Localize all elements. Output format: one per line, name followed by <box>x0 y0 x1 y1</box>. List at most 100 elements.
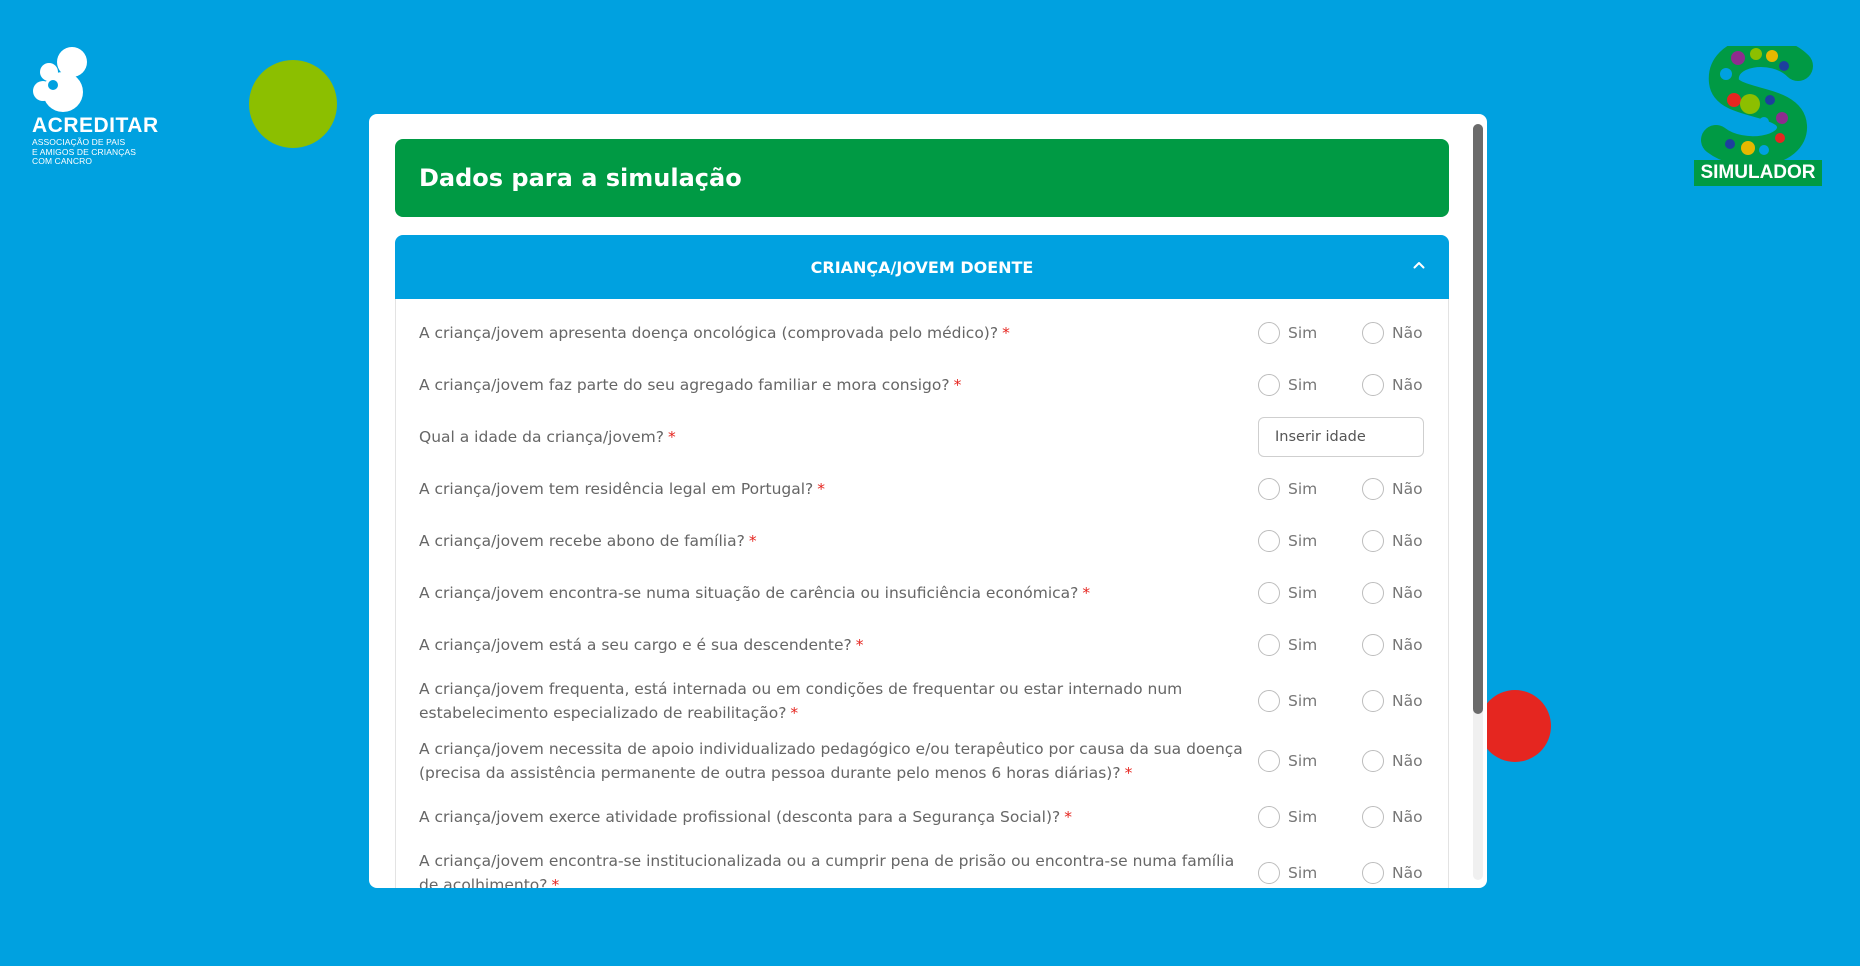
radio-yes[interactable]: Sim <box>1258 373 1331 397</box>
radio-circle[interactable] <box>1258 634 1280 656</box>
yes-no-group: Sim Não <box>1258 805 1424 829</box>
radio-yes-label: Sim <box>1288 636 1318 654</box>
radio-no[interactable]: Não <box>1362 861 1424 885</box>
scrollbar-thumb[interactable] <box>1473 124 1483 714</box>
question-text: A criança/jovem necessita de apoio indiv… <box>419 740 1243 782</box>
required-mark: * <box>790 704 799 722</box>
radio-circle[interactable] <box>1362 322 1384 344</box>
radio-yes-label: Sim <box>1288 864 1318 882</box>
question-text: A criança/jovem apresenta doença oncológ… <box>419 324 999 342</box>
question-text: Qual a idade da criança/jovem? <box>419 428 664 446</box>
radio-circle[interactable] <box>1258 530 1280 552</box>
required-mark: * <box>748 532 757 550</box>
required-mark: * <box>1064 808 1072 826</box>
radio-no-label: Não <box>1392 808 1423 826</box>
radio-circle[interactable] <box>1362 690 1384 712</box>
required-mark: * <box>1082 584 1091 602</box>
radio-yes[interactable]: Sim <box>1258 581 1331 605</box>
radio-circle[interactable] <box>1362 582 1384 604</box>
brand-name: ACREDITAR <box>32 114 159 137</box>
radio-no[interactable]: Não <box>1362 805 1424 829</box>
chevron-up-icon[interactable] <box>1413 259 1425 271</box>
radio-circle[interactable] <box>1362 478 1384 500</box>
acreditar-logo-icon <box>33 47 87 112</box>
radio-no[interactable]: Não <box>1362 581 1424 605</box>
radio-circle[interactable] <box>1258 750 1280 772</box>
radio-no[interactable]: Não <box>1362 633 1424 657</box>
radio-yes[interactable]: Sim <box>1258 805 1331 829</box>
radio-no[interactable]: Não <box>1362 477 1424 501</box>
yes-no-group: Sim Não <box>1258 861 1424 885</box>
questions-list: A criança/jovem apresenta doença oncológ… <box>395 299 1449 888</box>
radio-yes[interactable]: Sim <box>1258 529 1331 553</box>
required-mark: * <box>855 636 864 654</box>
radio-circle[interactable] <box>1362 634 1384 656</box>
yes-no-group: Sim Não <box>1258 749 1424 773</box>
yes-no-group: Sim Não <box>1258 581 1424 605</box>
question-text: A criança/jovem recebe abono de família? <box>419 532 745 550</box>
radio-no-label: Não <box>1392 864 1423 882</box>
radio-circle[interactable] <box>1258 582 1280 604</box>
radio-circle[interactable] <box>1258 478 1280 500</box>
question-row: A criança/jovem exerce atividade profiss… <box>396 791 1448 843</box>
simulator-label: SIMULADOR <box>1694 160 1822 186</box>
question-row: A criança/jovem apresenta doença oncológ… <box>396 307 1448 359</box>
radio-yes-label: Sim <box>1288 324 1318 342</box>
required-mark: * <box>1002 324 1010 342</box>
panel-content: Dados para a simulação CRIANÇA/JOVEM DOE… <box>395 139 1449 888</box>
yes-no-group: Sim Não <box>1258 529 1424 553</box>
scrollbar[interactable] <box>1473 124 1483 880</box>
age-input[interactable] <box>1258 417 1424 457</box>
radio-yes-label: Sim <box>1288 692 1318 710</box>
radio-no[interactable]: Não <box>1362 373 1424 397</box>
radio-no[interactable]: Não <box>1362 749 1424 773</box>
question-row: A criança/jovem necessita de apoio indiv… <box>396 731 1448 791</box>
radio-yes[interactable]: Sim <box>1258 689 1331 713</box>
question-text: A criança/jovem faz parte do seu agregad… <box>419 376 950 394</box>
radio-circle[interactable] <box>1258 690 1280 712</box>
radio-yes-label: Sim <box>1288 752 1318 770</box>
radio-yes[interactable]: Sim <box>1258 477 1331 501</box>
radio-no[interactable]: Não <box>1362 321 1424 345</box>
radio-no-label: Não <box>1392 480 1423 498</box>
yes-no-group: Sim Não <box>1258 689 1424 713</box>
radio-yes[interactable]: Sim <box>1258 633 1331 657</box>
page-title: Dados para a simulação <box>395 139 1449 217</box>
question-row: A criança/jovem está a seu cargo e é sua… <box>396 619 1448 671</box>
decorative-red-circle <box>1479 690 1551 762</box>
radio-circle[interactable] <box>1362 530 1384 552</box>
required-mark: * <box>551 876 560 888</box>
radio-no[interactable]: Não <box>1362 529 1424 553</box>
radio-no-label: Não <box>1392 324 1423 342</box>
decorative-green-circle <box>249 60 337 148</box>
simulator-s-icon <box>1701 37 1813 167</box>
radio-circle[interactable] <box>1258 806 1280 828</box>
radio-no[interactable]: Não <box>1362 689 1424 713</box>
radio-circle[interactable] <box>1362 750 1384 772</box>
required-mark: * <box>953 376 962 394</box>
question-row: A criança/jovem encontra-se instituciona… <box>396 843 1448 888</box>
acreditar-logo[interactable]: ACREDITAR ASSOCIAÇÃO DE PAIS E AMIGOS DE… <box>32 46 202 167</box>
radio-circle[interactable] <box>1362 862 1384 884</box>
radio-circle[interactable] <box>1362 806 1384 828</box>
radio-circle[interactable] <box>1258 322 1280 344</box>
radio-circle[interactable] <box>1258 374 1280 396</box>
radio-yes[interactable]: Sim <box>1258 321 1331 345</box>
radio-yes-label: Sim <box>1288 480 1318 498</box>
section-title: CRIANÇA/JOVEM DOENTE <box>810 257 1034 277</box>
radio-no-label: Não <box>1392 752 1423 770</box>
radio-yes-label: Sim <box>1288 808 1318 826</box>
question-row: A criança/jovem encontra-se numa situaçã… <box>396 567 1448 619</box>
question-text: A criança/jovem encontra-se numa situaçã… <box>419 584 1079 602</box>
simulator-logo[interactable]: SIMULADOR <box>1694 37 1824 186</box>
radio-circle[interactable] <box>1258 862 1280 884</box>
radio-circle[interactable] <box>1362 374 1384 396</box>
radio-yes[interactable]: Sim <box>1258 861 1331 885</box>
question-text: A criança/jovem encontra-se instituciona… <box>419 852 1235 888</box>
section-header-crianca-jovem[interactable]: CRIANÇA/JOVEM DOENTE <box>395 235 1449 299</box>
question-row: A criança/jovem recebe abono de família?… <box>396 515 1448 567</box>
radio-yes[interactable]: Sim <box>1258 749 1331 773</box>
radio-no-label: Não <box>1392 692 1423 710</box>
radio-no-label: Não <box>1392 636 1423 654</box>
radio-yes-label: Sim <box>1288 532 1318 550</box>
